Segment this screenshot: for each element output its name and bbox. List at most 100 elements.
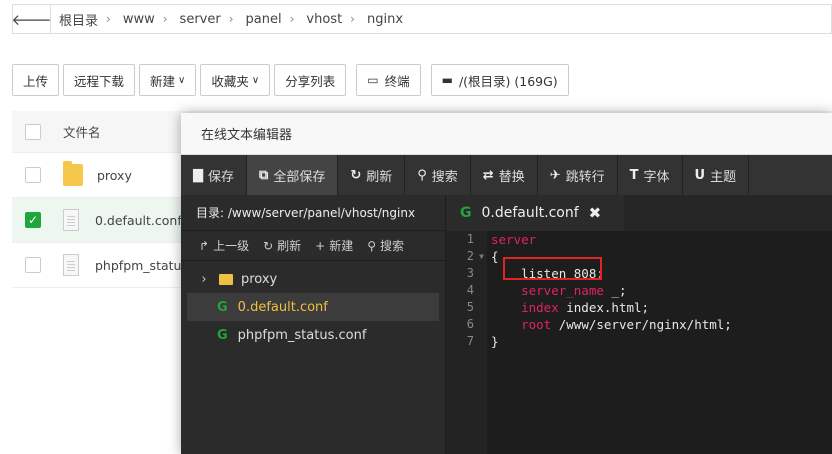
refresh-icon: ↻	[263, 239, 274, 253]
editor-tool-button[interactable]: T 字体	[618, 155, 683, 195]
sidebar-tool-label: 搜索	[380, 239, 405, 253]
file-toolbar: 上传 远程下载 新建 ∨ 收藏夹 ∨ 分享列表 ▭ 终端 ▬/(根目录) (169G)	[12, 64, 569, 96]
line-number: 5	[466, 300, 474, 314]
breadcrumb-segment: nginx	[359, 10, 407, 29]
tree-item[interactable]: G 0.default.conf	[187, 293, 439, 321]
editor-tool-label: 主题	[710, 169, 737, 185]
code-keyword: root	[491, 317, 552, 332]
breadcrumb-segment: server ›	[172, 10, 238, 29]
code-line: 7}	[446, 333, 832, 350]
editor-tool-label: 搜索	[431, 169, 458, 185]
editor-tool-button[interactable]: ⚲ 搜索	[405, 155, 471, 195]
line-number: 6	[466, 317, 474, 331]
sidebar-tool-button[interactable]: ↻ 刷新	[263, 237, 301, 254]
code-line: 1 server	[446, 231, 832, 248]
file-name[interactable]: phpfpm_status	[95, 258, 188, 273]
editor-tool-button[interactable]: ⧉ 全部保存	[247, 155, 339, 195]
file-icon	[63, 254, 79, 276]
row-checkbox[interactable]: ✓	[25, 212, 41, 228]
editor-tool-label: 跳转行	[565, 169, 605, 185]
line-number: 7	[466, 334, 474, 348]
disk-icon: ▬	[441, 73, 453, 87]
chevron-right-icon: ›	[201, 271, 207, 287]
dialog-title: 在线文本编辑器	[181, 113, 832, 155]
breadcrumb-item[interactable]: nginx	[359, 12, 407, 27]
toolbar-button-label: 终端	[384, 73, 410, 89]
code-text: }	[487, 333, 499, 350]
sidebar-tool-button[interactable]: ⚲ 搜索	[367, 237, 404, 254]
code-editor[interactable]: 1 server 2 ▼{3 listen 808; 4 server_name _; 5…	[446, 231, 832, 454]
toolbar-button[interactable]: 收藏夹 ∨	[200, 64, 271, 96]
editor-tool-button[interactable]: ↻ 刷新	[338, 155, 406, 195]
sidebar-tool-label: 上一级	[213, 239, 250, 253]
toolbar-button[interactable]: 上传	[12, 64, 60, 96]
chevron-down-icon: ∨	[178, 74, 186, 86]
editor-tab[interactable]: G 0.default.conf ✖	[446, 195, 624, 231]
file-g-icon: G	[460, 205, 472, 221]
highlight-box	[503, 257, 602, 280]
back-arrow-icon[interactable]: 🡐	[11, 5, 52, 33]
fold-arrow-icon: ▼	[479, 252, 484, 261]
close-tab-icon[interactable]: ✖	[589, 204, 602, 222]
file-g-icon: G	[217, 299, 228, 315]
breadcrumb-segment: panel ›	[238, 10, 299, 29]
toolbar-button[interactable]: 远程下载	[63, 64, 136, 96]
toolbar-button[interactable]: 分享列表	[274, 64, 347, 96]
breadcrumb-item[interactable]: server	[172, 12, 225, 27]
toolbar-button[interactable]: ▬ /(根目录) (169G)	[430, 64, 569, 96]
code-text: {	[487, 248, 499, 265]
plus-icon: +	[315, 239, 326, 253]
row-checkbox[interactable]	[25, 257, 41, 273]
up-icon: ↱	[199, 239, 210, 253]
toolbar-button-label: 上传	[23, 73, 49, 89]
text-editor-dialog: 在线文本编辑器 ▇ 保存 ⧉ 全部保存 ↻ 刷新 ⚲ 搜索 ⇄ 替换 ✈ 跳转行 T 字体 U 主题 目录: …	[181, 113, 832, 454]
code-text: server	[487, 231, 536, 248]
file-name[interactable]: proxy	[97, 168, 132, 183]
toolbar-button-label: 收藏夹	[211, 73, 249, 89]
folder-icon	[219, 273, 233, 285]
editor-tool-button[interactable]: ⇄ 替换	[471, 155, 538, 195]
toolbar-button-label: 远程下载	[74, 73, 125, 89]
tree-item-label: phpfpm_status.conf	[237, 327, 367, 343]
select-all-checkbox[interactable]	[25, 123, 41, 140]
code-text: root /www/server/nginx/html;	[487, 316, 732, 333]
sidebar-tool-label: 新建	[329, 239, 354, 253]
file-icon	[63, 209, 79, 231]
chevron-right-icon: ›	[228, 12, 234, 26]
file-name[interactable]: 0.default.conf	[95, 213, 182, 228]
sidebar-tool-button[interactable]: + 新建	[315, 237, 353, 254]
code-keyword: server	[491, 232, 537, 247]
code-text: index index.html;	[487, 299, 649, 316]
sidebar-tool-button[interactable]: ↱ 上一级	[199, 237, 249, 254]
code-line: 4 server_name _;	[446, 282, 832, 299]
editor-tool-button[interactable]: U 主题	[683, 155, 750, 195]
editor-tool-button[interactable]: ✈ 跳转行	[538, 155, 618, 195]
toolbar-button[interactable]: ▭ 终端	[356, 64, 421, 96]
editor-tool-button[interactable]: ▇ 保存	[181, 155, 248, 195]
code-rest: }	[491, 334, 499, 349]
save-icon: ▇	[193, 167, 203, 183]
code-rest: index.html;	[558, 300, 650, 315]
breadcrumb-item[interactable]: vhost	[298, 12, 346, 27]
breadcrumb-item[interactable]: 根目录	[51, 10, 102, 29]
breadcrumb-item[interactable]: panel	[238, 12, 286, 27]
search-icon: ⚲	[417, 167, 427, 183]
toolbar-button[interactable]: 新建 ∨	[139, 64, 197, 96]
tree-item-label: 0.default.conf	[237, 299, 328, 315]
chevron-down-icon: ∨	[251, 74, 260, 86]
row-checkbox[interactable]	[25, 167, 41, 183]
editor-tool-label: 保存	[208, 169, 235, 185]
code-line: 5 index index.html;	[446, 299, 832, 316]
toolbar-button-label: 新建	[150, 73, 176, 89]
tree-item[interactable]: › proxy	[187, 265, 439, 293]
breadcrumb-segment: vhost ›	[298, 10, 359, 29]
column-filename: 文件名	[63, 125, 101, 140]
breadcrumb-item[interactable]: www	[115, 12, 159, 27]
code-text: server_name _;	[487, 282, 626, 299]
chevron-right-icon: ›	[289, 12, 295, 26]
line-number: 1	[466, 232, 474, 246]
tree-item[interactable]: Gphpfpm_status.conf	[187, 321, 439, 349]
sidebar-tools: ↱ 上一级 ↻ 刷新 + 新建 ⚲ 搜索	[181, 231, 445, 261]
